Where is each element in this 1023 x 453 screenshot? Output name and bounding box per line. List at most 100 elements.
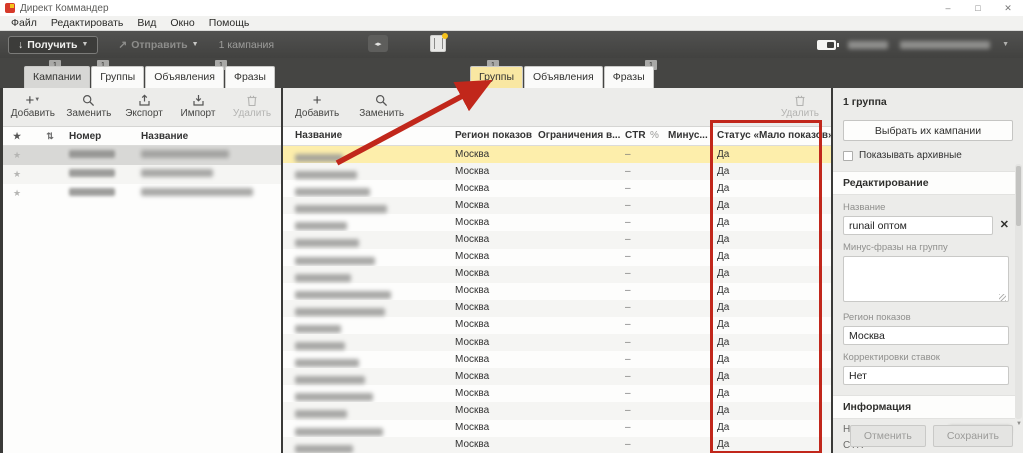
table-row[interactable]: Москва–Да [283, 163, 831, 180]
column-limits[interactable]: Ограничения в... [538, 130, 620, 141]
delete-button[interactable]: Удалить [781, 93, 819, 119]
close-button[interactable]: ✕ [993, 0, 1023, 16]
group-name-input[interactable] [843, 216, 993, 235]
table-row[interactable]: Москва–Да [283, 300, 831, 317]
column-ctr-pct: % [650, 130, 659, 141]
table-row[interactable]: Москва–Да [283, 368, 831, 385]
table-row[interactable]: ★ [3, 165, 281, 184]
ctr-cell: – [625, 268, 631, 279]
table-row[interactable]: Москва–Да [283, 385, 831, 402]
send-icon: ↗ [118, 39, 127, 51]
column-name[interactable]: Название [141, 131, 281, 142]
table-row[interactable]: Москва–Да [283, 146, 831, 163]
clear-icon[interactable]: ✕ [1000, 220, 1009, 231]
maximize-button[interactable]: □ [963, 0, 993, 16]
bid-adjustments-input[interactable] [843, 366, 1009, 385]
replace-button[interactable]: Заменить [359, 93, 404, 119]
column-ctr[interactable]: CTR [625, 130, 646, 141]
add-button[interactable]: +▼ Добавить [15, 93, 51, 119]
save-button[interactable]: Сохранить [933, 425, 1013, 447]
tab-campaigns[interactable]: Кампании [24, 66, 90, 88]
region-input[interactable] [843, 326, 1009, 345]
state-column-icon[interactable]: ⇅ [31, 131, 69, 142]
notifications-icon[interactable] [430, 35, 446, 52]
collapse-panels-icon[interactable]: ◂▸ [368, 35, 388, 52]
show-archived-checkbox[interactable] [843, 151, 853, 161]
table-row[interactable]: Москва–Да [283, 197, 831, 214]
name-field-label: Название [843, 202, 1009, 213]
region-cell: Москва [455, 268, 489, 279]
add-button[interactable]: + Добавить [295, 93, 339, 119]
replace-button-label: Заменить [66, 108, 111, 119]
table-row[interactable]: Москва–Да [283, 180, 831, 197]
select-campaigns-button[interactable]: Выбрать их кампании [843, 120, 1013, 141]
redacted-account-name [848, 41, 888, 49]
table-row[interactable]: Москва–Да [283, 317, 831, 334]
status-cell: Да [717, 388, 729, 399]
show-archived-label: Показывать архивные [859, 150, 962, 161]
left-table-body: ★ ★ ★ [3, 146, 281, 203]
groups-table: Название Регион показов Ограничения в...… [283, 126, 831, 453]
import-button[interactable]: Импорт [181, 93, 215, 119]
ctr-cell: – [625, 251, 631, 262]
table-row[interactable]: Москва–Да [283, 214, 831, 231]
table-row[interactable]: Москва–Да [283, 437, 831, 453]
region-cell: Москва [455, 405, 489, 416]
minus-phrases-textarea[interactable] [843, 256, 1009, 302]
column-region[interactable]: Регион показов [455, 130, 532, 141]
region-cell: Москва [455, 388, 489, 399]
tab-ads[interactable]: Объявления [524, 66, 603, 88]
table-row[interactable]: Москва–Да [283, 402, 831, 419]
show-archived-row[interactable]: Показывать архивные [843, 150, 1013, 161]
delete-button[interactable]: Удалить [235, 93, 269, 119]
trash-icon [246, 93, 258, 107]
table-row[interactable]: Москва–Да [283, 334, 831, 351]
cancel-button[interactable]: Отменить [850, 425, 926, 447]
ctr-cell: – [625, 371, 631, 382]
table-row[interactable]: ★ [3, 184, 281, 203]
get-button[interactable]: ↓ Получить ▼ [8, 36, 98, 54]
chevron-down-icon[interactable]: ▼ [1002, 41, 1009, 48]
ctr-cell: – [625, 234, 631, 245]
export-button[interactable]: Экспорт [127, 93, 161, 119]
tab-ads-left[interactable]: Объявления [145, 66, 224, 88]
star-column-icon[interactable]: ★ [3, 131, 31, 142]
status-cell: Да [717, 251, 729, 262]
ctr-cell: – [625, 166, 631, 177]
table-row[interactable]: Москва–Да [283, 249, 831, 266]
menu-view[interactable]: Вид [130, 16, 163, 31]
table-row[interactable]: ★ [3, 146, 281, 165]
account-toggle-icon[interactable] [817, 40, 836, 50]
table-row[interactable]: Москва–Да [283, 283, 831, 300]
status-cell: Да [717, 234, 729, 245]
column-status-few-impressions[interactable]: Статус «Мало показов» [717, 130, 831, 141]
star-icon[interactable]: ★ [3, 150, 31, 161]
status-cell: Да [717, 405, 729, 416]
send-button[interactable]: ↗ Отправить ▼ [118, 39, 198, 51]
redacted-number [69, 188, 141, 199]
replace-button[interactable]: Заменить [71, 93, 107, 119]
column-name[interactable]: Название [295, 130, 342, 141]
table-row[interactable]: Москва–Да [283, 420, 831, 437]
table-row[interactable]: Москва–Да [283, 351, 831, 368]
right-panel-scrollbar[interactable] [1015, 164, 1022, 419]
star-icon[interactable]: ★ [3, 169, 31, 180]
chevron-down-icon: ▼ [81, 41, 88, 48]
status-cell: Да [717, 183, 729, 194]
region-cell: Москва [455, 422, 489, 433]
menu-edit[interactable]: Редактировать [44, 16, 131, 31]
menu-help[interactable]: Помощь [202, 16, 257, 31]
star-icon[interactable]: ★ [3, 188, 31, 199]
column-minus[interactable]: Минус... [668, 130, 708, 141]
minimize-button[interactable]: – [933, 0, 963, 16]
menu-file[interactable]: Файл [4, 16, 44, 31]
menu-window[interactable]: Окно [163, 16, 201, 31]
tab-phrases[interactable]: Фразы [604, 66, 654, 88]
scroll-down-icon[interactable]: ▼ [1016, 421, 1022, 427]
tab-phrases-left[interactable]: Фразы [225, 66, 275, 88]
table-row[interactable]: Москва–Да [283, 266, 831, 283]
table-row[interactable]: Москва–Да [283, 231, 831, 248]
column-number[interactable]: Номер [69, 131, 141, 142]
tab-groups-left[interactable]: Группы [91, 66, 144, 88]
tab-groups[interactable]: Группы [470, 66, 523, 88]
